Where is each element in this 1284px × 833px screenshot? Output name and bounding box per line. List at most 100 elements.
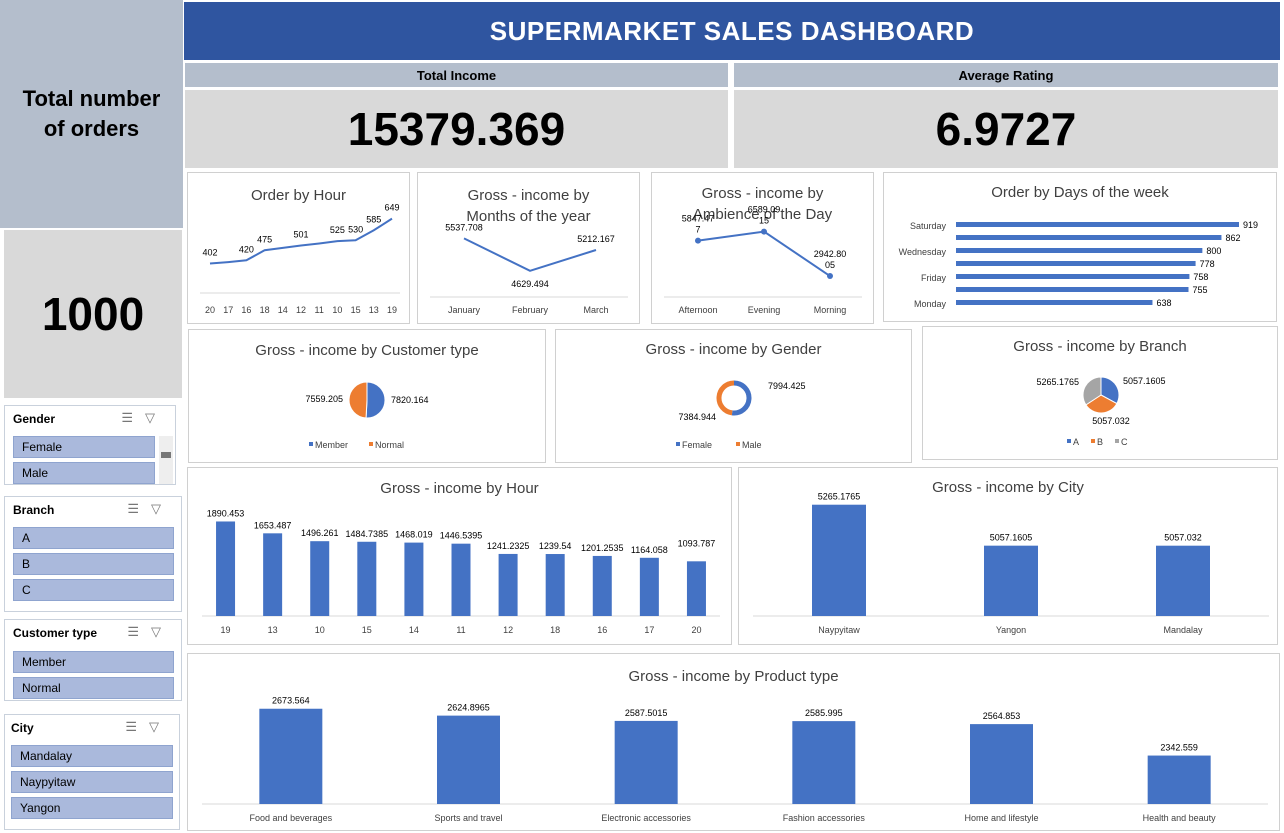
data-label: 5057.1605: [1123, 376, 1166, 386]
series-line: [697, 230, 831, 277]
bar: [812, 504, 866, 616]
multi-select-icon[interactable]: ☰▽: [127, 624, 173, 640]
bar: [259, 708, 323, 804]
data-label: 1239.54: [539, 541, 572, 551]
slicer-city-item[interactable]: Mandalay: [11, 745, 173, 767]
y-tick-label: Friday: [921, 273, 947, 283]
bar: [956, 235, 1222, 240]
data-label: 5057.032: [1092, 416, 1130, 426]
series-line: [209, 217, 393, 265]
multi-select-icon[interactable]: ☰▽: [127, 501, 173, 517]
series-line: [463, 237, 597, 272]
chart-income-by-customer-type[interactable]: Gross - income by Customer type 7820.164…: [188, 329, 546, 463]
x-tick-label: Home and lifestyle: [964, 813, 1038, 823]
x-tick-label: February: [512, 305, 549, 315]
chart-income-by-gender[interactable]: Gross - income by Gender 7994.425 7384.94…: [555, 329, 912, 463]
bar: [1156, 545, 1210, 616]
slicer-city: City ☰▽ Mandalay Naypyitaw Yangon: [4, 714, 180, 830]
slicer-city-title: City: [11, 721, 34, 735]
chart-income-by-product[interactable]: Gross - income by Product type 2673.564 F…: [187, 653, 1280, 831]
bar: [984, 545, 1038, 616]
slicer-city-item[interactable]: Yangon: [11, 797, 173, 819]
data-label: 1890.453: [207, 508, 245, 518]
legend-swatch: [1067, 439, 1071, 443]
x-tick-label: 12: [296, 305, 306, 315]
bar: [956, 287, 1189, 292]
chart-orders-by-weekday[interactable]: Order by Days of the week 919 Saturday 862…: [883, 172, 1277, 322]
data-label: 6589.09: [748, 205, 781, 215]
income-by-hour-plot: 1890.453 19 1653.487 13 1496.261 10 1484.7385 1…: [202, 508, 720, 635]
x-tick-label: 14: [409, 625, 419, 635]
data-label: 758: [1193, 272, 1208, 282]
x-tick-label: Morning: [814, 305, 847, 315]
slicer-customer-type-item[interactable]: Member: [13, 651, 174, 673]
x-tick-label: 13: [369, 305, 379, 315]
data-label: 7: [695, 225, 700, 235]
x-tick-label: 11: [456, 625, 465, 635]
chart-income-by-city[interactable]: Gross - income by City 5265.1765 Naypyita…: [738, 467, 1278, 645]
x-tick-label: 19: [221, 625, 231, 635]
x-tick-label: 15: [351, 305, 361, 315]
data-label: 7820.164: [391, 395, 429, 405]
slicer-branch: Branch ☰▽ A B C: [4, 496, 182, 612]
slicer-branch-item[interactable]: B: [13, 553, 174, 575]
data-label: 2587.5015: [625, 708, 668, 718]
legend-label: B: [1097, 437, 1103, 447]
data-label: 2342.559: [1160, 743, 1198, 753]
legend-swatch: [369, 442, 373, 446]
data-label: 2942.80: [814, 249, 847, 259]
x-tick-label: 19: [387, 305, 397, 315]
bar: [545, 554, 565, 616]
slicer-branch-item[interactable]: C: [13, 579, 174, 601]
x-tick-label: 18: [550, 625, 560, 635]
bar: [357, 541, 377, 616]
data-label: 2564.853: [983, 711, 1021, 721]
data-label: 7994.425: [768, 381, 806, 391]
chart-order-by-hour[interactable]: Order by Hour 402 420 475 501 525 530 585 649 20…: [187, 172, 410, 324]
legend-label: C: [1121, 437, 1128, 447]
x-tick-label: 11: [315, 305, 324, 315]
data-point: [761, 228, 767, 235]
average-rating-value: 6.9727: [734, 90, 1278, 168]
bar: [956, 248, 1203, 253]
chart-income-by-branch[interactable]: Gross - income by Branch 5057.1605 5057.0…: [922, 326, 1278, 460]
x-tick-label: 16: [241, 305, 251, 315]
chart-income-by-month[interactable]: Gross - income by Months of the year 553…: [417, 172, 640, 324]
data-label: 1496.261: [301, 528, 339, 538]
data-label: 530: [348, 224, 363, 234]
data-label: 1093.787: [678, 538, 716, 548]
slicer-customer-type-item[interactable]: Normal: [13, 677, 174, 699]
bar: [216, 521, 236, 616]
data-label: 5265.1765: [1036, 377, 1079, 387]
data-label: 1653.487: [254, 520, 292, 530]
slicer-branch-item[interactable]: A: [13, 527, 174, 549]
multi-select-icon[interactable]: ☰▽: [121, 410, 167, 426]
legend-swatch: [1091, 439, 1095, 443]
scrollbar-thumb[interactable]: [161, 452, 171, 458]
chart-income-by-hour[interactable]: Gross - income by Hour 1890.453 19 1653.48…: [187, 467, 732, 645]
data-label: 1468.019: [395, 530, 433, 540]
chart-income-by-ambience[interactable]: Gross - income by Ambience of the Day 58…: [651, 172, 874, 324]
legend-label: A: [1073, 437, 1079, 447]
data-label: 5537.708: [445, 222, 483, 232]
x-tick-label: Afternoon: [678, 305, 717, 315]
data-label: 402: [202, 248, 217, 258]
data-point: [695, 237, 701, 244]
multi-select-icon[interactable]: ☰▽: [125, 719, 171, 735]
slicer-city-item[interactable]: Naypyitaw: [11, 771, 173, 793]
y-tick-label: Wednesday: [899, 247, 947, 257]
slicer-scrollbar[interactable]: [159, 436, 173, 484]
slicer-gender-item[interactable]: Female: [13, 436, 155, 458]
y-tick-label: Monday: [914, 299, 947, 309]
bar: [956, 300, 1153, 305]
slicer-gender-item[interactable]: Male: [13, 462, 155, 484]
data-label: 5847.47: [682, 214, 715, 224]
data-label: 800: [1206, 246, 1221, 256]
x-tick-label: Fashion accessories: [783, 813, 866, 823]
slicer-customer-type: Customer type ☰▽ Member Normal: [4, 619, 182, 701]
data-label: 7559.205: [305, 394, 343, 404]
bar: [437, 715, 500, 804]
x-tick-label: January: [448, 305, 481, 315]
y-tick-label: Saturday: [910, 221, 947, 231]
slicer-gender-title: Gender: [13, 412, 56, 426]
